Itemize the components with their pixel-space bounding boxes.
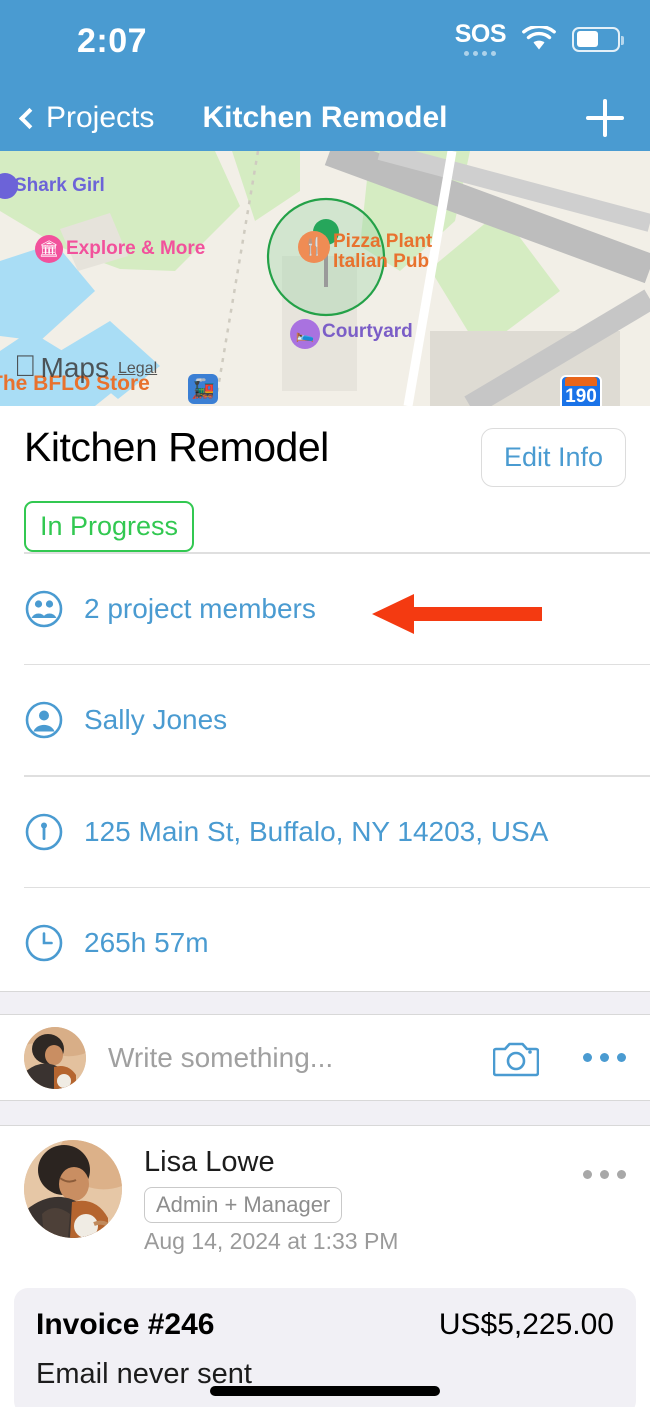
signal-dots-icon: [464, 51, 497, 56]
comment-composer: Write something...: [0, 1015, 650, 1100]
sos-icon: SOS: [455, 22, 507, 56]
location-pin-icon: [24, 812, 64, 852]
group-icon: [24, 589, 64, 629]
post-item: Lisa Lowe Admin + Manager Aug 14, 2024 a…: [0, 1126, 650, 1255]
info-row-project-members[interactable]: 2 project members: [0, 554, 650, 664]
status-bar-indicators: SOS: [455, 22, 624, 56]
map-label-explore-more: Explore & More: [66, 238, 206, 259]
status-bar: 2:07 SOS: [0, 0, 650, 85]
add-button[interactable]: [586, 99, 624, 137]
info-row-contact[interactable]: Sally Jones: [0, 665, 650, 775]
post-more-button[interactable]: [583, 1140, 626, 1179]
section-separator: [0, 991, 650, 1015]
person-icon: [24, 700, 64, 740]
highway-shield-190: 190: [560, 375, 602, 406]
poi-restaurant-icon: 🍴: [298, 231, 330, 263]
apple-logo-icon: : [14, 350, 37, 384]
invoice-amount: US$5,225.00: [438, 1308, 614, 1341]
section-separator: [0, 1100, 650, 1126]
post-header: Lisa Lowe Admin + Manager Aug 14, 2024 a…: [0, 1126, 650, 1255]
project-info-list: 2 project members Sally Jones 125 Main S…: [0, 552, 650, 998]
page-title: Kitchen Remodel: [202, 101, 448, 134]
avatar[interactable]: [24, 1140, 122, 1238]
map-label-italian-pub: Italian Pub: [333, 251, 430, 272]
info-row-address[interactable]: 125 Main St, Buffalo, NY 14203, USA: [0, 777, 650, 887]
annotation-arrow-icon: [372, 592, 542, 636]
map-attribution:  Maps: [14, 350, 109, 384]
avatar: [24, 1026, 86, 1089]
composer-more-icon[interactable]: [583, 1053, 626, 1062]
info-row-label: Sally Jones: [84, 704, 228, 735]
map-label-pizza-plant: Pizza Plant: [333, 231, 433, 252]
status-bar-time: 2:07: [77, 22, 148, 60]
map-legal-link[interactable]: Legal: [118, 360, 157, 378]
train-icon: 🚂: [188, 374, 218, 404]
role-badge: Admin + Manager: [144, 1187, 343, 1223]
status-badge: In Progress: [24, 501, 195, 552]
home-indicator[interactable]: [210, 1386, 440, 1396]
project-title-row: Kitchen Remodel Edit Info: [0, 406, 650, 487]
app-root: 2:07 SOS Projects Kitchen Remodel Shark …: [0, 0, 650, 1407]
map-view[interactable]: Shark Girl 🏛 Explore & More 🍴 Pizza Plan…: [0, 151, 650, 406]
navigation-bar: Projects Kitchen Remodel: [0, 85, 650, 151]
info-row-time-tracked[interactable]: 265h 57m: [0, 888, 650, 998]
poi-museum-icon: 🏛: [35, 235, 63, 263]
project-header: Kitchen Remodel Edit Info In Progress: [0, 406, 650, 552]
ellipsis-icon: [583, 1170, 626, 1179]
post-timestamp: Aug 14, 2024 at 1:33 PM: [144, 1228, 399, 1254]
battery-icon: [572, 26, 624, 52]
info-row-label: 2 project members: [84, 592, 316, 624]
post-author-name: Lisa Lowe: [144, 1146, 275, 1178]
post-author-block: Lisa Lowe Admin + Manager Aug 14, 2024 a…: [144, 1140, 583, 1255]
camera-icon[interactable]: [492, 1038, 540, 1078]
info-row-label: 265h 57m: [84, 927, 209, 958]
poi-hotel-icon: 🛌: [290, 319, 320, 349]
wifi-icon: [522, 24, 556, 52]
edit-info-button[interactable]: Edit Info: [480, 428, 626, 487]
comment-input[interactable]: Write something...: [108, 1042, 493, 1074]
clock-icon: [24, 923, 64, 963]
map-label-courtyard: Courtyard: [322, 321, 413, 342]
info-row-label: 125 Main St, Buffalo, NY 14203, USA: [84, 815, 549, 847]
invoice-title: Invoice #246: [36, 1308, 215, 1341]
project-title: Kitchen Remodel: [24, 424, 329, 470]
invoice-summary-row: Invoice #246 US$5,225.00: [36, 1308, 614, 1342]
map-label-shark-girl: Shark Girl: [14, 175, 105, 196]
